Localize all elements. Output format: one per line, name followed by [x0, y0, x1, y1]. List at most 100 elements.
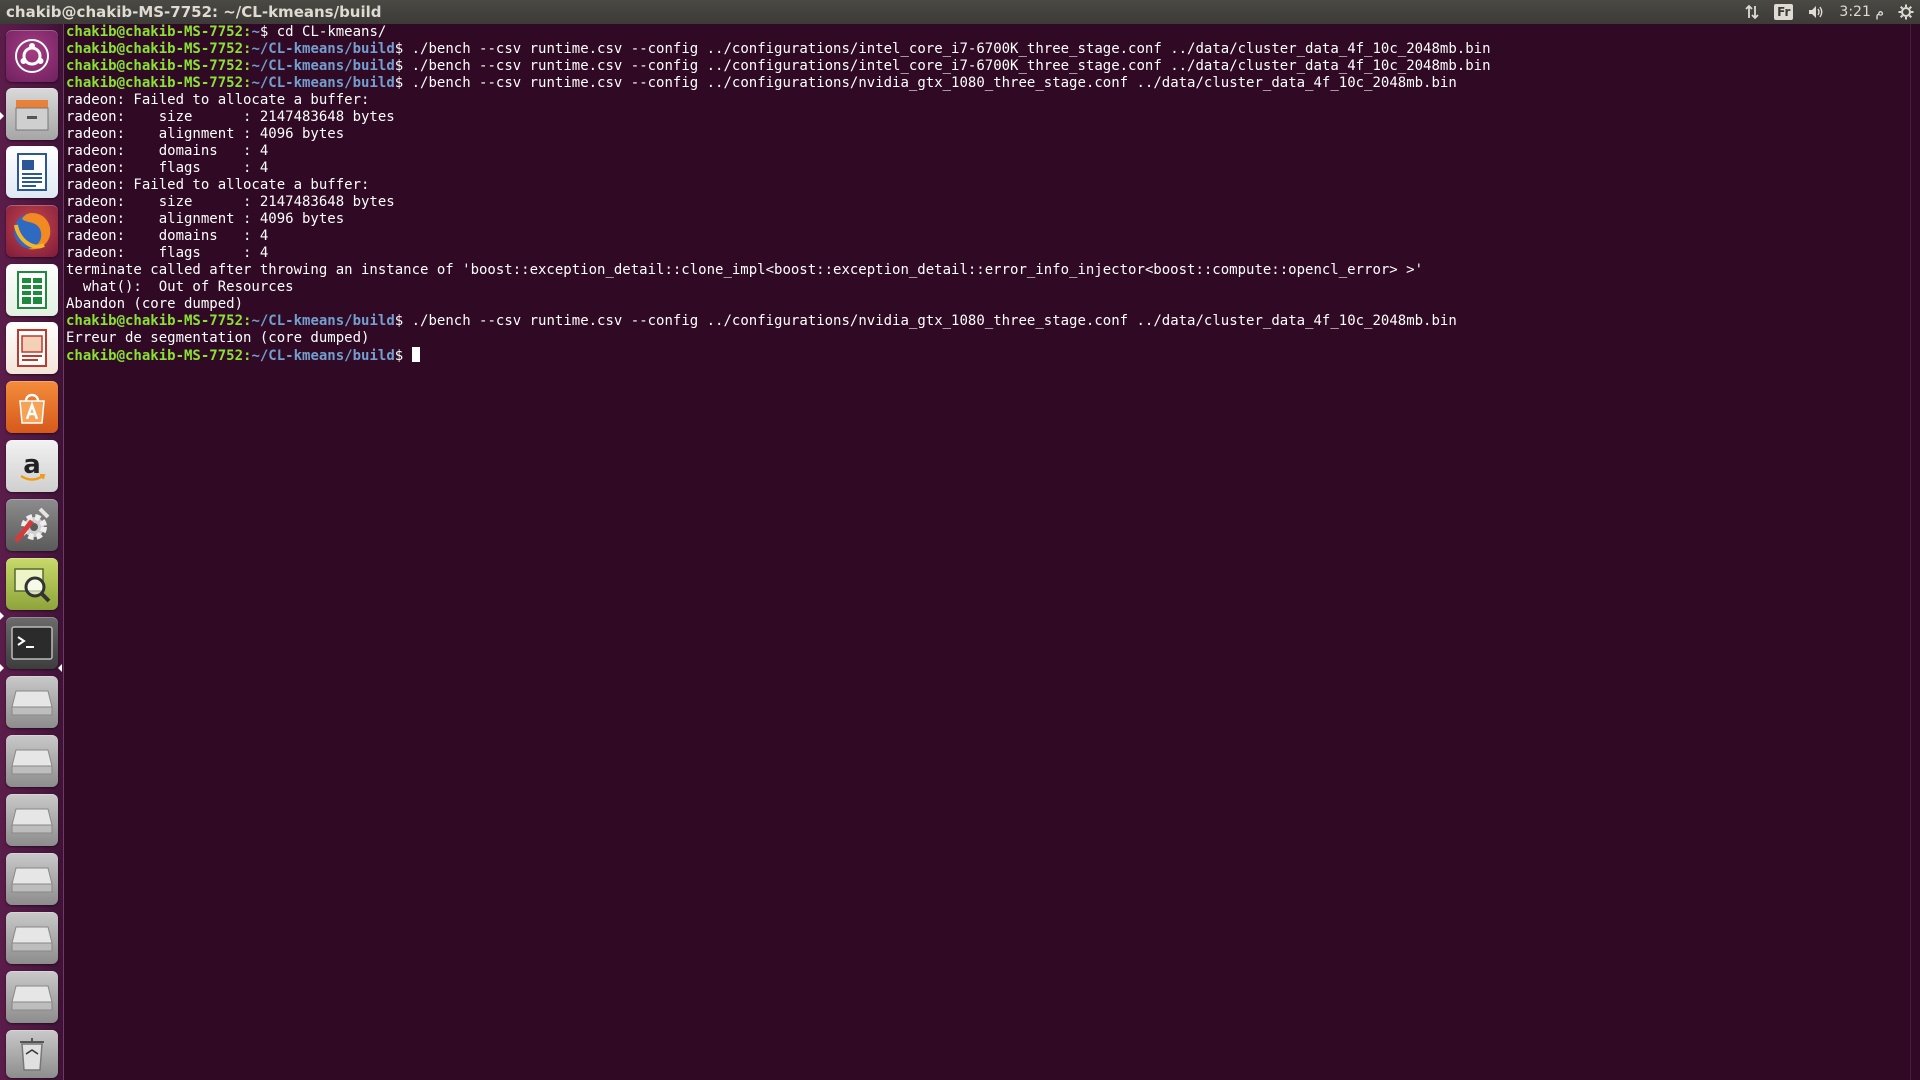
dash-button[interactable] — [6, 30, 58, 82]
prompt-dollar: $ — [394, 41, 404, 57]
prompt-user: chakib@chakib-MS-7752 — [66, 313, 244, 329]
terminal-prompt-line: chakib@chakib-MS-7752:~/CL-kmeans/build$… — [66, 313, 1910, 330]
output-text: radeon: alignment : 4096 bytes — [66, 126, 345, 142]
launcher-terminal[interactable] — [6, 617, 58, 669]
output-text: radeon: domains : 4 — [66, 143, 269, 159]
prompt-path: ~/CL-kmeans/build — [251, 41, 395, 57]
impress-icon — [17, 329, 47, 367]
drive-icon — [11, 926, 53, 952]
indicator-area: Fr م 3:21 — [1744, 0, 1914, 24]
launcher-calc[interactable] — [6, 264, 58, 316]
prompt-user: chakib@chakib-MS-7752 — [66, 41, 244, 57]
command-text — [403, 348, 411, 364]
terminal-output-line: Erreur de segmentation (core dumped) — [66, 330, 1910, 347]
launcher-drive-1[interactable] — [6, 676, 58, 728]
output-text: radeon: domains : 4 — [66, 228, 269, 244]
launcher: a — [0, 24, 64, 1080]
calc-icon — [17, 271, 47, 309]
amazon-icon: a — [20, 450, 46, 481]
terminal-output-line: terminate called after throwing an insta… — [66, 262, 1910, 279]
prompt-user: chakib@chakib-MS-7752 — [66, 24, 244, 40]
output-text: radeon: flags : 4 — [66, 245, 269, 261]
terminal-scrollbar[interactable] — [1910, 24, 1920, 1080]
terminal-output-line: radeon: domains : 4 — [66, 143, 1910, 160]
output-text: radeon: Failed to allocate a buffer: — [66, 177, 370, 193]
output-text: radeon: Failed to allocate a buffer: — [66, 92, 370, 108]
terminal-prompt-line: chakib@chakib-MS-7752:~/CL-kmeans/build$ — [66, 347, 1910, 365]
top-panel: chakib@chakib-MS-7752: ~/CL-kmeans/build… — [0, 0, 1920, 24]
output-text: what(): Out of Resources — [66, 279, 294, 295]
terminal-output-line: radeon: size : 2147483648 bytes — [66, 194, 1910, 211]
terminal-output-line: what(): Out of Resources — [66, 279, 1910, 296]
prompt-dollar: $ — [394, 75, 404, 91]
terminal-output-line: radeon: alignment : 4096 bytes — [66, 126, 1910, 143]
trash-icon — [20, 1038, 44, 1071]
writer-icon — [17, 153, 47, 191]
terminal-prompt-line: chakib@chakib-MS-7752:~/CL-kmeans/build$… — [66, 58, 1910, 75]
prompt-path: ~ — [251, 24, 260, 40]
gear-icon[interactable] — [1898, 4, 1914, 20]
prompt-path: ~/CL-kmeans/build — [251, 313, 395, 329]
prompt-user: chakib@chakib-MS-7752 — [66, 58, 244, 74]
launcher-drive-6[interactable] — [6, 971, 58, 1023]
drive-icon — [11, 985, 53, 1011]
launcher-software[interactable] — [6, 381, 58, 433]
command-text: ./bench --csv runtime.csv --config ../co… — [403, 75, 1457, 91]
firefox-icon — [14, 213, 51, 250]
terminal-output-line: Abandon (core dumped) — [66, 296, 1910, 313]
terminal-output-line: radeon: alignment : 4096 bytes — [66, 211, 1910, 228]
prompt-user: chakib@chakib-MS-7752 — [66, 348, 244, 364]
settings-icon — [14, 507, 50, 543]
launcher-amazon[interactable]: a — [6, 440, 58, 492]
launcher-impress[interactable] — [6, 322, 58, 374]
terminal-prompt-line: chakib@chakib-MS-7752:~/CL-kmeans/build$… — [66, 41, 1910, 58]
launcher-files[interactable] — [6, 88, 58, 140]
terminal-prompt-line: chakib@chakib-MS-7752:~/CL-kmeans/build$… — [66, 75, 1910, 92]
output-text: radeon: flags : 4 — [66, 160, 269, 176]
launcher-firefox[interactable] — [6, 205, 58, 257]
launcher-image-viewer[interactable] — [6, 558, 58, 610]
output-text: terminate called after throwing an insta… — [66, 262, 1424, 278]
command-text: cd CL-kmeans/ — [268, 24, 387, 40]
drive-icon — [11, 690, 53, 716]
clock[interactable]: م 3:21 — [1839, 4, 1884, 20]
volume-icon[interactable] — [1807, 4, 1825, 20]
software-center-icon — [19, 393, 45, 424]
prompt-user: chakib@chakib-MS-7752 — [66, 75, 244, 91]
file-cabinet-icon — [15, 100, 49, 131]
keyboard-layout-indicator[interactable]: Fr — [1774, 4, 1794, 20]
command-text: ./bench --csv runtime.csv --config ../co… — [403, 313, 1457, 329]
terminal-cursor — [411, 347, 420, 362]
window-title: chakib@chakib-MS-7752: ~/CL-kmeans/build — [6, 3, 382, 21]
launcher-trash[interactable] — [6, 1030, 58, 1078]
drive-icon — [11, 749, 53, 775]
terminal-output[interactable]: chakib@chakib-MS-7752:~$ cd CL-kmeans/ch… — [64, 24, 1910, 1080]
launcher-drive-2[interactable] — [6, 735, 58, 787]
launcher-drive-4[interactable] — [6, 853, 58, 905]
launcher-writer[interactable] — [6, 146, 58, 198]
network-icon[interactable] — [1744, 4, 1760, 20]
terminal-output-line: radeon: size : 2147483648 bytes — [66, 109, 1910, 126]
drive-icon — [11, 808, 53, 834]
terminal-output-line: radeon: Failed to allocate a buffer: — [66, 92, 1910, 109]
command-text: ./bench --csv runtime.csv --config ../co… — [403, 41, 1491, 57]
launcher-settings[interactable] — [6, 499, 58, 551]
terminal-icon — [11, 626, 53, 660]
prompt-dollar: $ — [394, 313, 404, 329]
command-text: ./bench --csv runtime.csv --config ../co… — [403, 58, 1491, 74]
output-text: Abandon (core dumped) — [66, 296, 244, 312]
terminal-output-line: radeon: flags : 4 — [66, 245, 1910, 262]
prompt-path: ~/CL-kmeans/build — [251, 58, 395, 74]
prompt-path: ~/CL-kmeans/build — [251, 75, 395, 91]
output-text: radeon: size : 2147483648 bytes — [66, 109, 395, 125]
launcher-drive-3[interactable] — [6, 794, 58, 846]
output-text: radeon: alignment : 4096 bytes — [66, 211, 345, 227]
terminal-output-line: radeon: Failed to allocate a buffer: — [66, 177, 1910, 194]
prompt-path: ~/CL-kmeans/build — [251, 348, 395, 364]
launcher-drive-5[interactable] — [6, 912, 58, 964]
prompt-dollar: $ — [394, 58, 404, 74]
terminal-output-line: radeon: flags : 4 — [66, 160, 1910, 177]
terminal-output-line: radeon: domains : 4 — [66, 228, 1910, 245]
output-text: Erreur de segmentation (core dumped) — [66, 330, 370, 346]
svg-text:a: a — [23, 450, 41, 480]
